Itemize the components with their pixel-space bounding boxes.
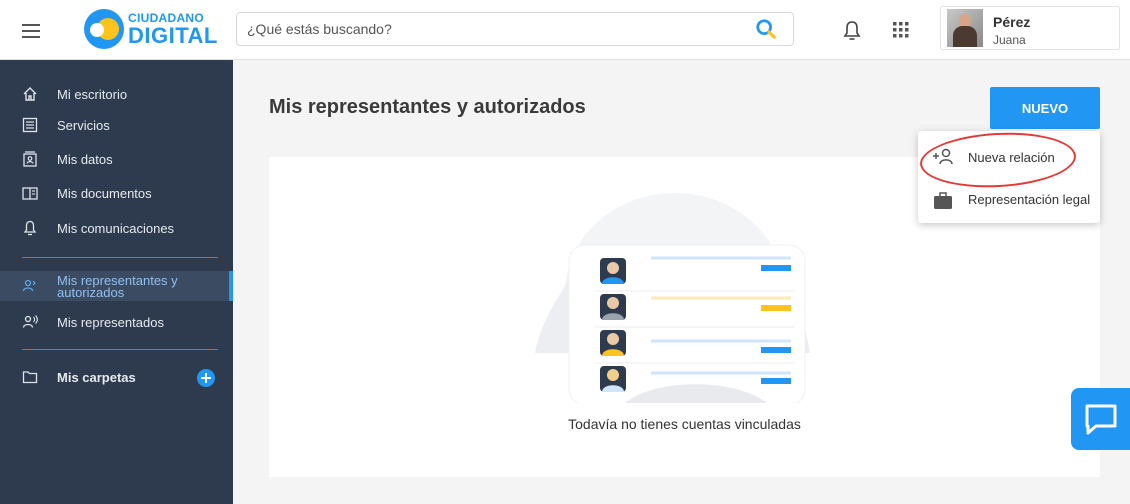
sidebar-item-label: Mis carpetas <box>57 369 136 385</box>
user-last-name: Pérez <box>993 14 1031 30</box>
menu-icon[interactable] <box>22 24 40 38</box>
briefcase-icon <box>934 192 952 209</box>
sidebar-item-datos[interactable]: Mis datos <box>0 144 233 174</box>
sidebar-item-comunicaciones[interactable]: Mis comunicaciones <box>0 213 233 243</box>
sidebar-item-label: Mi escritorio <box>57 86 128 102</box>
sidebar-item-label: Mis representados <box>57 314 164 330</box>
avatar <box>947 9 983 47</box>
folder-icon <box>22 371 38 384</box>
sidebar-item-representantes[interactable]: Mis representantes y autorizados <box>0 271 233 301</box>
logo-mark <box>84 9 124 49</box>
sidebar-item-escritorio[interactable]: Mi escritorio <box>0 79 233 109</box>
notifications-bell-icon[interactable] <box>842 20 862 42</box>
menu-item-nueva-relacion[interactable]: Nueva relación <box>918 137 1100 177</box>
empty-state-message: Todavía no tienes cuentas vinculadas <box>568 416 801 432</box>
new-dropdown-menu: Nueva relación Representación legal <box>918 131 1100 223</box>
sidebar-item-label: Mis comunicaciones <box>57 220 175 236</box>
ciudadano-digital-logo[interactable]: CIUDADANO DIGITAL <box>84 9 218 49</box>
user-first-name: Juana <box>993 33 1026 47</box>
sidebar-divider <box>22 257 218 258</box>
sidebar-divider <box>22 349 218 350</box>
menu-item-representacion-legal[interactable]: Representación legal <box>918 179 1100 219</box>
sidebar-item-carpetas[interactable]: Mis carpetas <box>0 362 233 392</box>
logo-text-top: CIUDADANO <box>128 10 205 25</box>
sidebar-item-label: Mis documentos <box>57 185 152 201</box>
id-card-icon <box>23 151 37 167</box>
documents-icon <box>22 187 38 200</box>
page-title: Mis representantes y autorizados <box>269 96 586 118</box>
empty-state-illustration <box>535 193 810 403</box>
new-button[interactable]: NUEVO <box>990 87 1100 129</box>
add-folder-button[interactable] <box>197 369 215 387</box>
chat-button[interactable] <box>1071 388 1130 450</box>
sidebar-item-documentos[interactable]: Mis documentos <box>0 178 233 208</box>
people-icon <box>22 279 36 292</box>
chat-icon <box>1085 404 1117 435</box>
bell-icon <box>23 220 37 236</box>
search-icon[interactable] <box>755 18 777 40</box>
search-box <box>236 12 794 46</box>
top-header: CIUDADANO DIGITAL Pérez Juana <box>0 0 1130 60</box>
home-icon <box>23 87 37 101</box>
user-profile-button[interactable]: Pérez Juana <box>940 6 1120 50</box>
sidebar-item-representados[interactable]: Mis representados <box>0 307 233 337</box>
apps-grid-icon[interactable] <box>893 22 909 38</box>
add-person-icon <box>933 148 953 165</box>
list-icon <box>22 117 38 133</box>
sidebar-item-label-line2: autorizados <box>57 285 125 300</box>
sidebar-item-label: Mis datos <box>57 151 113 167</box>
logo-text-bottom: DIGITAL <box>128 22 218 48</box>
menu-item-label: Representación legal <box>968 192 1091 207</box>
menu-item-label: Nueva relación <box>968 150 1055 165</box>
search-input[interactable] <box>247 13 747 45</box>
sidebar: Mi escritorio Servicios Mis datos Mis do… <box>0 60 233 504</box>
sidebar-item-servicios[interactable]: Servicios <box>0 110 233 140</box>
sidebar-item-label: Servicios <box>57 117 110 133</box>
person-voice-icon <box>22 315 38 328</box>
